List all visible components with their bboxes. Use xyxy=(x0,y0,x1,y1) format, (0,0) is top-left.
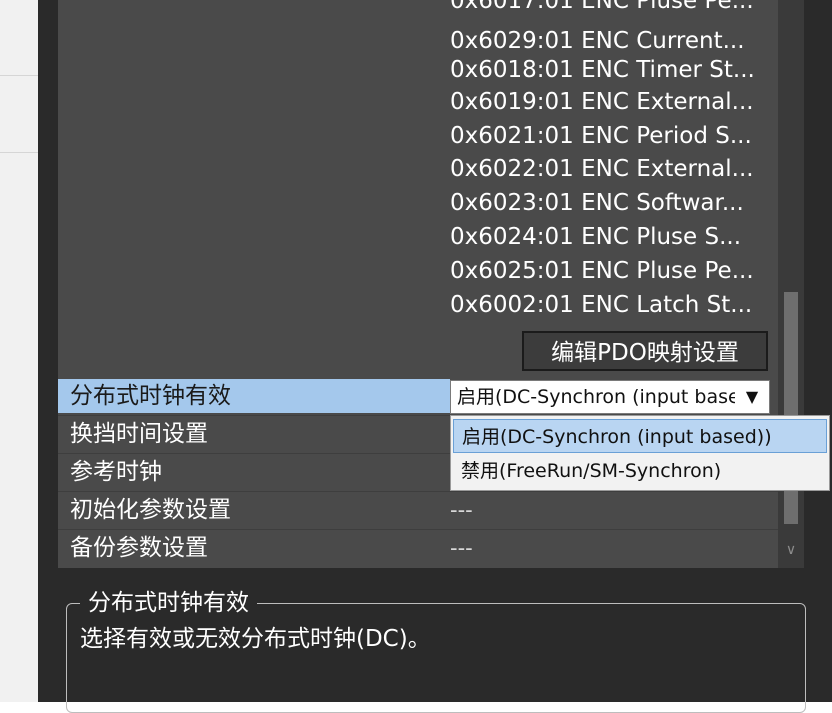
pdo-entry: 0x6017:01 ENC Pluse Pe... xyxy=(450,0,754,14)
pdo-entry: 0x6023:01 ENC Softwar... xyxy=(450,190,744,216)
property-value: --- xyxy=(450,498,473,522)
sidebar-divider xyxy=(0,75,38,76)
pdo-entry: 0x6025:01 ENC Pluse Pe... xyxy=(450,258,754,284)
property-label: 参考时钟 xyxy=(70,459,162,485)
pdo-entry: 0x6002:01 ENC Latch St... xyxy=(450,292,753,318)
dc-mode-dropdown: 启用(DC-Synchron (input based)) 禁用(FreeRun… xyxy=(450,415,830,491)
dc-option-enable[interactable]: 启用(DC-Synchron (input based)) xyxy=(453,419,827,453)
property-label: 初始化参数设置 xyxy=(70,497,231,523)
property-label: 换挡时间设置 xyxy=(70,421,208,447)
chevron-down-icon[interactable]: ∨ xyxy=(782,540,800,560)
pdo-entry: 0x6021:01 ENC Period S... xyxy=(450,123,752,149)
left-sidebar-strip xyxy=(0,0,38,702)
description-text: 选择有效或无效分布式时钟(DC)。 xyxy=(80,626,431,652)
property-row-backup-params[interactable]: 备份参数设置 --- xyxy=(58,530,778,566)
edit-pdo-mapping-button[interactable]: 编辑PDO映射设置 xyxy=(522,331,768,371)
description-groupbox xyxy=(66,603,806,713)
sidebar-divider xyxy=(0,152,38,153)
property-value: --- xyxy=(450,536,473,560)
property-label: 备份参数设置 xyxy=(70,535,208,561)
description-title: 分布式时钟有效 xyxy=(80,588,257,618)
property-row-init-params[interactable]: 初始化参数设置 --- xyxy=(58,492,778,528)
pdo-entry: 0x6022:01 ENC External... xyxy=(450,156,754,182)
dc-mode-select[interactable]: 启用(DC-Synchron (input based)) ▼ xyxy=(450,380,770,414)
dc-mode-selected-value: 启用(DC-Synchron (input based)) xyxy=(457,386,735,408)
pdo-entry: 0x6029:01 ENC Current... xyxy=(450,28,745,54)
dc-option-disable[interactable]: 禁用(FreeRun/SM-Synchron) xyxy=(453,454,827,488)
pdo-entry: 0x6018:01 ENC Timer St... xyxy=(450,57,755,83)
property-label: 分布式时钟有效 xyxy=(70,383,231,409)
pdo-entry: 0x6019:01 ENC External... xyxy=(450,89,754,115)
pdo-entry: 0x6024:01 ENC Pluse S... xyxy=(450,224,742,250)
dropdown-arrow-icon[interactable]: ▼ xyxy=(739,383,765,411)
